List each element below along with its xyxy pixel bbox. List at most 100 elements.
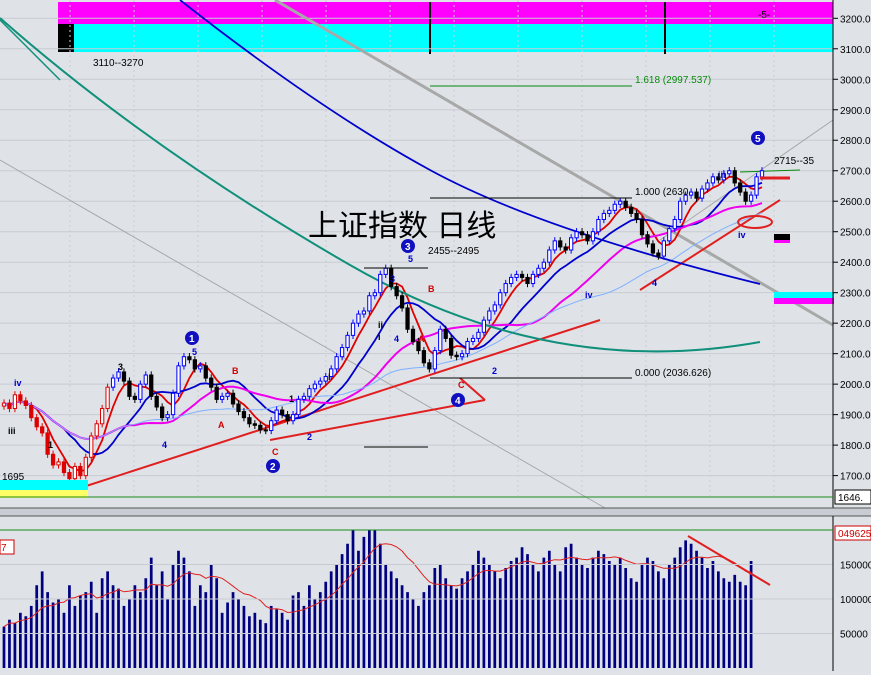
wave-label: 1 <box>289 394 294 404</box>
candle-body <box>372 292 377 297</box>
candle-body <box>165 414 170 419</box>
candle-body <box>187 356 192 361</box>
chart-title: 上证指数 日线 <box>308 210 496 243</box>
y-tick-label: 2500.00 <box>840 228 871 239</box>
candle-body <box>738 182 743 193</box>
candle-body <box>530 273 536 285</box>
candle-body <box>132 395 138 400</box>
candle-body <box>176 365 181 394</box>
candle-body <box>160 406 165 419</box>
y-tick-label: 2100.00 <box>840 350 871 361</box>
candle-body <box>345 334 350 349</box>
candle-body <box>525 276 530 285</box>
candle-body <box>705 182 710 190</box>
candle-body <box>29 404 34 419</box>
right-marker-magenta <box>774 240 790 243</box>
candle-body <box>552 240 557 251</box>
candle-body <box>219 395 225 400</box>
wave-label: 4 <box>652 278 657 288</box>
candle-body <box>378 273 383 294</box>
wave-label: 3 <box>118 362 123 372</box>
candle-body <box>759 170 765 178</box>
candle-body <box>590 231 596 242</box>
wave-label: i <box>378 332 381 342</box>
candle-body <box>634 212 639 221</box>
candle-body <box>394 286 399 297</box>
y-tick-label: 1800.00 <box>840 441 871 452</box>
candle-body <box>514 273 519 278</box>
price-readout: 1646. <box>838 493 863 504</box>
candle-body <box>748 194 754 202</box>
wave-label: ii <box>378 320 383 330</box>
candle-body <box>192 359 197 370</box>
candle-body <box>236 403 241 413</box>
wave-label: 5 <box>408 254 413 264</box>
trendline-teal-top <box>0 19 61 81</box>
candle-body <box>274 409 279 422</box>
y-tick-label: 3200.00 <box>840 14 871 25</box>
candle-body <box>323 376 328 382</box>
candle-body <box>454 354 459 358</box>
wave-circle-label: 5 <box>755 134 761 145</box>
candle-body <box>18 394 23 402</box>
candle-body <box>481 319 487 333</box>
candle-body <box>214 386 219 400</box>
candle-body <box>105 386 110 410</box>
wave-circle-label: 1 <box>189 334 195 345</box>
candle-body <box>732 170 737 184</box>
y-tick-label: 1700.00 <box>840 472 871 483</box>
candle-body <box>449 337 454 356</box>
candle-body <box>56 461 61 466</box>
right-marker-black <box>774 234 790 240</box>
candle-body <box>432 350 437 370</box>
candle-body <box>225 392 230 397</box>
candle-body <box>656 252 661 257</box>
candle-body <box>727 170 732 175</box>
candle-body <box>421 350 427 364</box>
candle-body <box>285 414 290 422</box>
candle-body <box>279 409 285 416</box>
candle-body <box>198 365 203 370</box>
candle-body <box>410 328 416 342</box>
candle-body <box>672 219 677 230</box>
y-tick-label: 2600.00 <box>840 197 871 208</box>
candle-body <box>399 295 405 309</box>
candle-body <box>40 426 45 434</box>
candle-body <box>710 176 716 184</box>
y-tick-label: 2700.00 <box>840 167 871 178</box>
wave-label: 4 <box>394 334 399 344</box>
candle-body <box>579 231 585 236</box>
candle-body <box>438 328 443 352</box>
wave-label: 4 <box>162 440 167 450</box>
candle-body <box>465 340 470 355</box>
candle-body <box>110 377 116 388</box>
y-axis: 1700.00 1800.00 1900.00 2000.00 2100.00 2200.… <box>833 14 871 483</box>
wave-label: iv <box>738 230 746 240</box>
candle-body <box>312 383 317 390</box>
wave-circle-label: 2 <box>270 462 276 473</box>
wave-label: A <box>218 420 225 430</box>
candle-body <box>100 408 105 425</box>
candle-body <box>623 200 628 208</box>
candle-body <box>487 310 492 321</box>
candle-body <box>427 362 432 370</box>
fib-1618-label: 1.618 (2997.537) <box>635 75 711 86</box>
chart-window: -5- 3110--3270 1 2 3 4 5 3 4 5 B A C 1 2 i 3 5 4 B A C 2 iv 4 i… <box>0 0 871 671</box>
wave-label: 2 <box>307 432 312 442</box>
candle-body <box>596 219 601 233</box>
candle-body <box>350 322 356 336</box>
candle-body <box>83 456 88 477</box>
candle-body <box>12 394 18 410</box>
candle-body <box>154 395 159 408</box>
candle-body <box>639 219 645 236</box>
top-band-cyan <box>58 24 833 52</box>
candle-body <box>61 461 67 474</box>
candle-body <box>143 374 148 385</box>
candle-body <box>67 472 72 480</box>
wave-label: A <box>418 334 425 344</box>
candle-body <box>50 453 56 466</box>
volume-readout: 049625 <box>838 529 871 540</box>
wave-label: iv <box>585 290 593 300</box>
wave-circle-label: 4 <box>455 396 461 407</box>
y-tick-label: 1900.00 <box>840 411 871 422</box>
